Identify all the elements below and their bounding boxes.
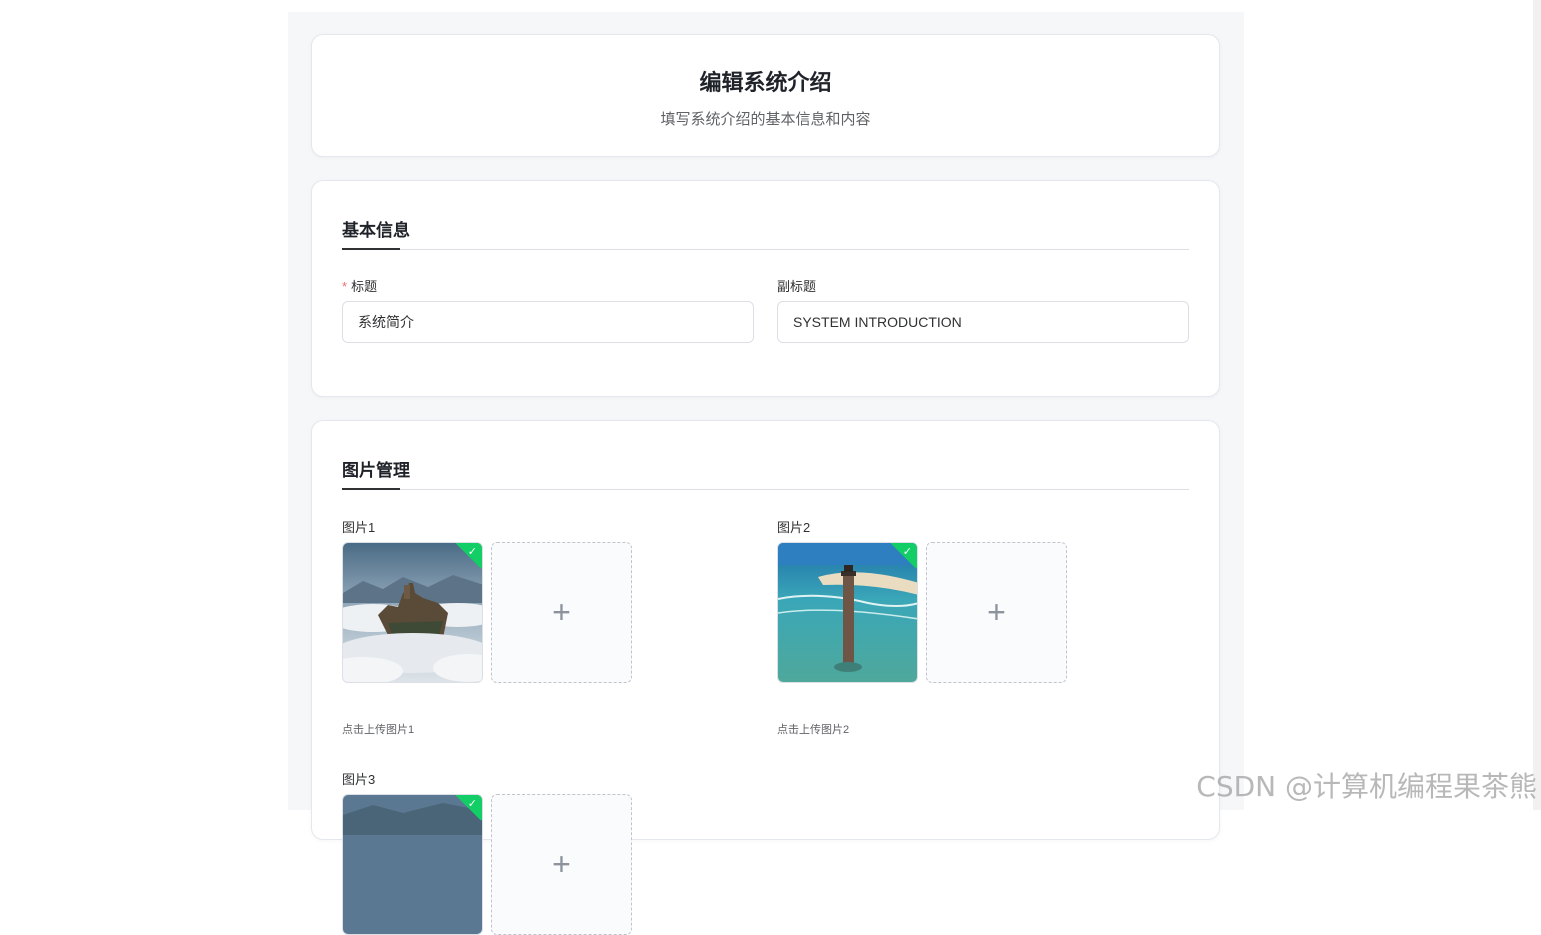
image-slot-2-thumbnail[interactable]: ✓	[777, 542, 918, 683]
plus-icon: +	[987, 594, 1006, 630]
page-subtitle: 填写系统介绍的基本信息和内容	[660, 111, 871, 128]
header-card: 编辑系统介绍 填写系统介绍的基本信息和内容	[311, 34, 1220, 157]
plus-icon: +	[552, 594, 571, 630]
cliff-castle-image	[343, 795, 482, 934]
section-accent-bar	[342, 248, 400, 250]
watermark: CSDN @计算机编程果茶熊	[1196, 770, 1537, 803]
image-slot-1-tip: 点击上传图片1	[342, 724, 415, 736]
section-divider	[342, 249, 1189, 250]
section-divider	[342, 489, 1189, 490]
image-slot-1-label: 图片1	[342, 520, 376, 535]
image-slot-2-tip: 点击上传图片2	[777, 724, 850, 736]
page-title: 编辑系统介绍	[699, 70, 832, 95]
check-icon: ✓	[467, 546, 477, 558]
basic-info-card: 基本信息 * 标题 系统简介 副标题 SYSTEM INTRODUCTION	[311, 180, 1220, 397]
lighthouse-image	[778, 543, 917, 682]
image-slot-2-label: 图片2	[777, 520, 811, 535]
required-mark: *	[342, 279, 348, 294]
subtitle-field-label: 副标题	[777, 279, 817, 294]
image-slot-1-upload-button[interactable]: +	[491, 542, 632, 683]
check-icon: ✓	[467, 798, 477, 810]
image-management-card: 图片管理 图片1 ✓ + 点击上传图片1 图片2 ✓ + 点击上传图片2 图片3…	[311, 420, 1220, 935]
image-slot-2-upload-button[interactable]: +	[926, 542, 1067, 683]
check-icon: ✓	[902, 546, 912, 558]
section-title-basic-info: 基本信息	[342, 221, 410, 240]
plus-icon: +	[552, 846, 571, 882]
cliff-castle-image	[343, 543, 482, 682]
image-slot-1-thumbnail[interactable]: ✓	[342, 542, 483, 683]
title-label-text: 标题	[351, 279, 378, 294]
scrollbar[interactable]	[1533, 0, 1541, 810]
title-field-label: * 标题	[342, 276, 377, 295]
image-slot-3-upload-button[interactable]: +	[491, 794, 632, 935]
subtitle-input[interactable]: SYSTEM INTRODUCTION	[777, 301, 1189, 343]
section-title-images: 图片管理	[342, 461, 410, 480]
image-slot-3-label: 图片3	[342, 772, 376, 787]
image-slot-3-thumbnail[interactable]: ✓	[342, 794, 483, 935]
title-input[interactable]: 系统简介	[342, 301, 754, 343]
section-accent-bar	[342, 488, 400, 490]
